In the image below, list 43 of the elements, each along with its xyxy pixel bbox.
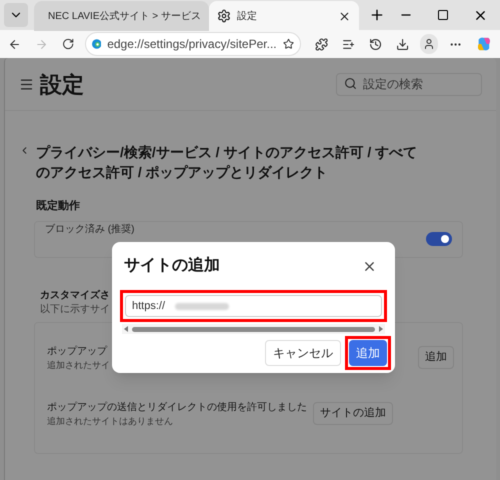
scroll-left-icon[interactable] bbox=[124, 326, 128, 332]
breadcrumb-title: プライバシー/検索/サービス / サイトのアクセス許可 / すべてのアクセス許可 / ポップアップとリダイレクト bbox=[36, 143, 418, 182]
dialog-title: サイトの追加 bbox=[124, 256, 220, 276]
horizontal-scrollbar[interactable] bbox=[122, 324, 385, 334]
maximize-icon[interactable] bbox=[437, 9, 449, 21]
add-button[interactable]: 追加 bbox=[349, 340, 387, 366]
row-subtext: 追加されたサイ bbox=[47, 358, 110, 370]
section-description: 以下に示すサイ bbox=[40, 302, 110, 316]
tab-title: NEC LAVIE公式サイト > サービス bbox=[48, 10, 201, 24]
add-site-button[interactable]: サイトの追加 bbox=[313, 402, 393, 425]
tab-list-button[interactable] bbox=[4, 3, 28, 27]
search-icon bbox=[344, 77, 357, 90]
close-icon[interactable] bbox=[338, 10, 351, 22]
reload-icon[interactable] bbox=[62, 37, 75, 51]
new-tab-icon[interactable] bbox=[369, 7, 385, 23]
download-icon[interactable] bbox=[396, 36, 410, 52]
address-bar[interactable]: edge://settings/privacy/sitePer... bbox=[84, 32, 301, 56]
person-icon bbox=[423, 38, 436, 50]
search-field[interactable]: 設定の検索 bbox=[336, 72, 482, 96]
url-text: edge://settings/privacy/sitePer... bbox=[107, 36, 277, 53]
toggle-switch[interactable] bbox=[426, 232, 452, 246]
browser-logo-icon bbox=[92, 38, 102, 50]
extensions-icon[interactable] bbox=[314, 36, 328, 52]
section-heading: 既定動作 bbox=[36, 198, 81, 214]
menu-icon[interactable] bbox=[19, 76, 34, 92]
input-field[interactable]: https:// bbox=[125, 295, 382, 317]
tab-title: 設定 bbox=[237, 10, 257, 24]
toggle-label: ブロック済み (推奨) bbox=[45, 224, 134, 236]
browser-tab[interactable]: NEC LAVIE公式サイト > サービス bbox=[34, 1, 209, 31]
section-heading: カスタマイズさ bbox=[40, 288, 110, 302]
scroll-right-icon[interactable] bbox=[379, 326, 383, 332]
add-site-button[interactable]: 追加 bbox=[418, 346, 454, 369]
cancel-button[interactable]: キャンセル bbox=[265, 340, 341, 366]
row-label: ポップアップの送信とリダイレクトの使用を許可しました bbox=[47, 400, 307, 414]
gear-icon bbox=[217, 9, 231, 23]
row-label: ポップアップ bbox=[47, 344, 108, 358]
copilot-icon[interactable] bbox=[476, 35, 492, 53]
profile-button[interactable] bbox=[420, 34, 438, 54]
row-subtext: 追加されたサイトはありません bbox=[47, 414, 174, 426]
page-title: 設定 bbox=[40, 70, 84, 98]
history-icon[interactable] bbox=[369, 36, 382, 52]
browser-tab[interactable]: 設定 bbox=[209, 1, 359, 31]
favorite-star-icon[interactable] bbox=[282, 37, 294, 51]
